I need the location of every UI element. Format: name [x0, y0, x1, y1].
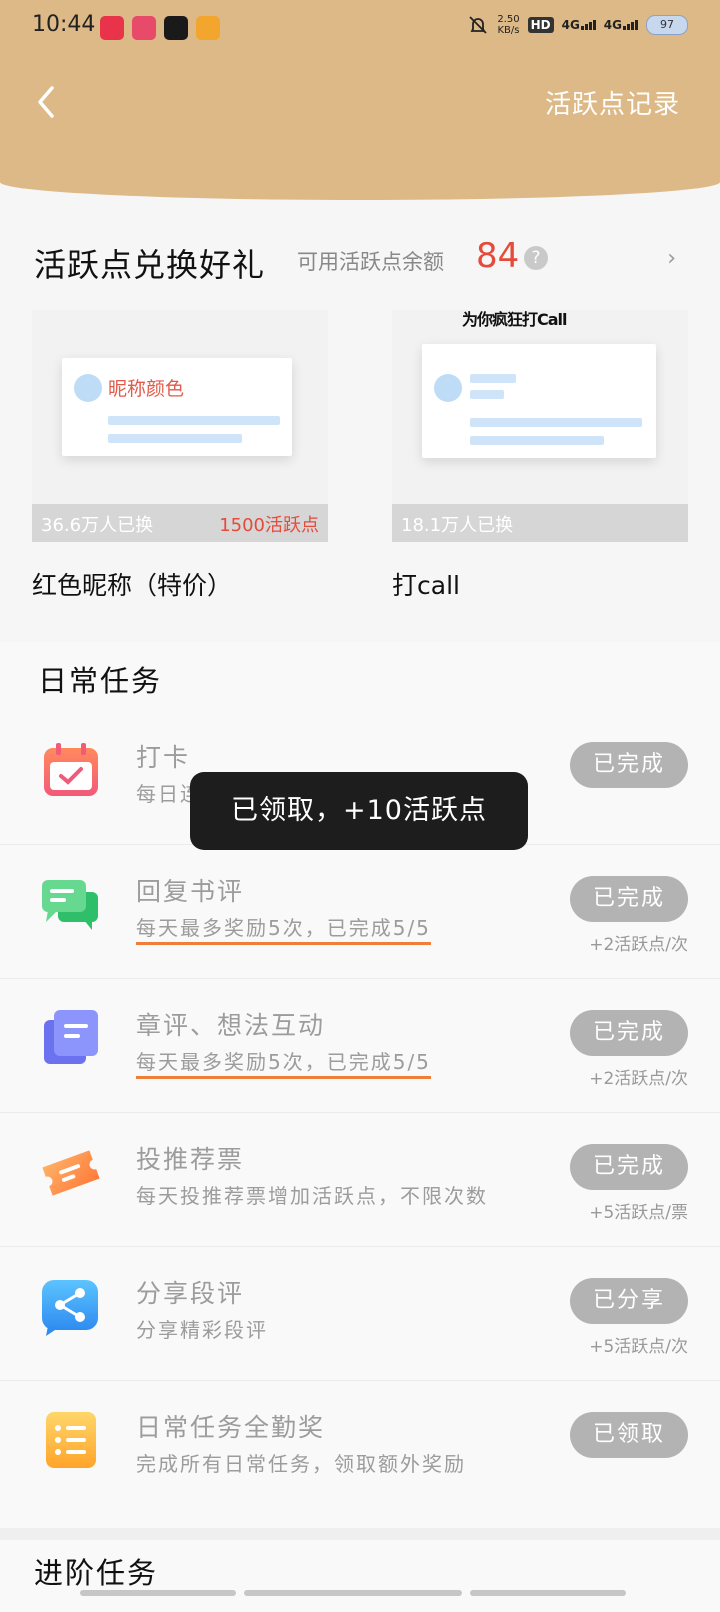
chevron-left-icon: [38, 86, 54, 118]
task-status-button[interactable]: 已完成: [570, 1144, 688, 1190]
placeholder-line: [108, 434, 242, 443]
signal-label: 4G: [603, 18, 622, 32]
task-reward: +5活跃点/票: [589, 1203, 688, 1223]
placeholder-line: [470, 374, 516, 383]
call-banner: 为你疯狂打Call: [462, 310, 568, 329]
share-icon: [42, 1280, 98, 1336]
network-speed-unit: KB/s: [497, 25, 520, 36]
scroll-indicator: [80, 1590, 236, 1596]
calendar-check-icon: [44, 743, 98, 796]
battery-icon: 97: [646, 15, 688, 35]
task-reward: +2活跃点/次: [589, 1069, 688, 1089]
balance-value: 84: [476, 236, 520, 276]
exchange-count: 36.6万人已换: [41, 515, 154, 536]
section-title: 进阶任务: [34, 1556, 159, 1590]
activity-record-link[interactable]: 活跃点记录: [545, 84, 680, 121]
task-title: 章评、想法互动: [136, 1011, 326, 1040]
placeholder-line: [470, 390, 504, 399]
task-title: 打卡: [136, 743, 191, 772]
placeholder-line: [108, 416, 280, 425]
section-title: 日常任务: [38, 664, 163, 698]
signal-icon: 4G: [562, 18, 596, 32]
chat-bubbles-icon: [42, 880, 98, 930]
task-row-share: 分享段评 分享精彩段评 已分享 +5活跃点/次: [0, 1246, 720, 1381]
status-right: 2.50 KB/s HD 4G 4G 97: [467, 14, 688, 36]
hd-icon: HD: [527, 17, 554, 33]
ticket-icon: [42, 1150, 100, 1196]
task-row-reply-review: 回复书评 每天最多奖励5次，已完成5/5 已完成 +2活跃点/次: [0, 844, 720, 979]
task-reward: +2活跃点/次: [589, 935, 688, 955]
call-preview-mock: [422, 344, 656, 458]
reward-card-call[interactable]: 为你疯狂打Call 18.1万人已换: [392, 310, 688, 542]
task-title: 日常任务全勤奖: [136, 1413, 326, 1442]
reward-name: 红色昵称（特价）: [32, 571, 233, 600]
task-reward: +5活跃点/次: [589, 1337, 688, 1357]
task-row-attendance: 日常任务全勤奖 完成所有日常任务，领取额外奖励 已领取: [0, 1380, 720, 1514]
app-notification-icon: [100, 16, 124, 40]
task-description: 完成所有日常任务，领取额外奖励: [136, 1452, 466, 1476]
task-status-button[interactable]: 已分享: [570, 1278, 688, 1324]
signal-icon: 4G: [604, 18, 638, 32]
status-time: 10:44: [32, 12, 96, 37]
task-status-button[interactable]: 已完成: [570, 1010, 688, 1056]
notification-icons: [100, 16, 220, 40]
reward-name: 打call: [392, 571, 460, 600]
signal-label: 4G: [561, 18, 580, 32]
task-description: 每天最多奖励5次，已完成5/5: [136, 1046, 431, 1079]
avatar: [434, 374, 462, 402]
card-info-band: 36.6万人已换 1500活跃点: [32, 504, 328, 542]
placeholder-line: [470, 436, 604, 445]
status-bar: 10:44 2.50 KB/s HD 4G 4G 97: [0, 0, 720, 54]
mute-bell-icon: [469, 16, 487, 34]
network-speed: 2.50 KB/s: [497, 14, 519, 36]
task-description: 每天最多奖励5次，已完成5/5: [136, 912, 431, 945]
task-row-chapter-review: 章评、想法互动 每天最多奖励5次，已完成5/5 已完成 +2活跃点/次: [0, 978, 720, 1113]
task-status-button[interactable]: 已完成: [570, 742, 688, 788]
task-status-button[interactable]: 已领取: [570, 1412, 688, 1458]
task-description: 每天投推荐票增加活跃点，不限次数: [136, 1184, 488, 1208]
placeholder-line: [470, 418, 642, 427]
task-title: 投推荐票: [136, 1145, 245, 1174]
card-info-band: 18.1万人已换: [392, 504, 688, 542]
chevron-right-icon[interactable]: ›: [667, 246, 676, 271]
network-speed-value: 2.50: [497, 14, 520, 25]
list-icon: [46, 1412, 96, 1468]
reward-card-red-nickname[interactable]: 昵称颜色 36.6万人已换 1500活跃点: [32, 310, 328, 542]
task-title: 分享段评: [136, 1279, 245, 1308]
document-icon: [44, 1010, 98, 1064]
scroll-indicator: [244, 1590, 462, 1596]
rewards-title: 活跃点兑换好礼: [34, 246, 266, 284]
task-title: 回复书评: [136, 877, 245, 906]
app-notification-icon: [132, 16, 156, 40]
help-icon[interactable]: ?: [524, 246, 548, 270]
task-status-button[interactable]: 已完成: [570, 876, 688, 922]
task-description: 分享精彩段评: [136, 1318, 268, 1342]
toast-message: 已领取，+10活跃点: [190, 772, 528, 850]
scroll-indicator: [470, 1590, 626, 1596]
task-row-vote: 投推荐票 每天投推荐票增加活跃点，不限次数 已完成 +5活跃点/票: [0, 1112, 720, 1247]
nickname-preview-mock: 昵称颜色: [62, 358, 292, 456]
tiktok-icon: [164, 16, 188, 40]
app-notification-icon: [196, 16, 220, 40]
back-button[interactable]: [28, 82, 68, 122]
exchange-count: 18.1万人已换: [401, 515, 514, 536]
exchange-price: 1500活跃点: [219, 515, 319, 536]
preview-label: 昵称颜色: [108, 378, 185, 400]
balance-label: 可用活跃点余额: [297, 250, 444, 274]
avatar: [74, 374, 102, 402]
advanced-tasks-section: 进阶任务: [0, 1528, 720, 1612]
